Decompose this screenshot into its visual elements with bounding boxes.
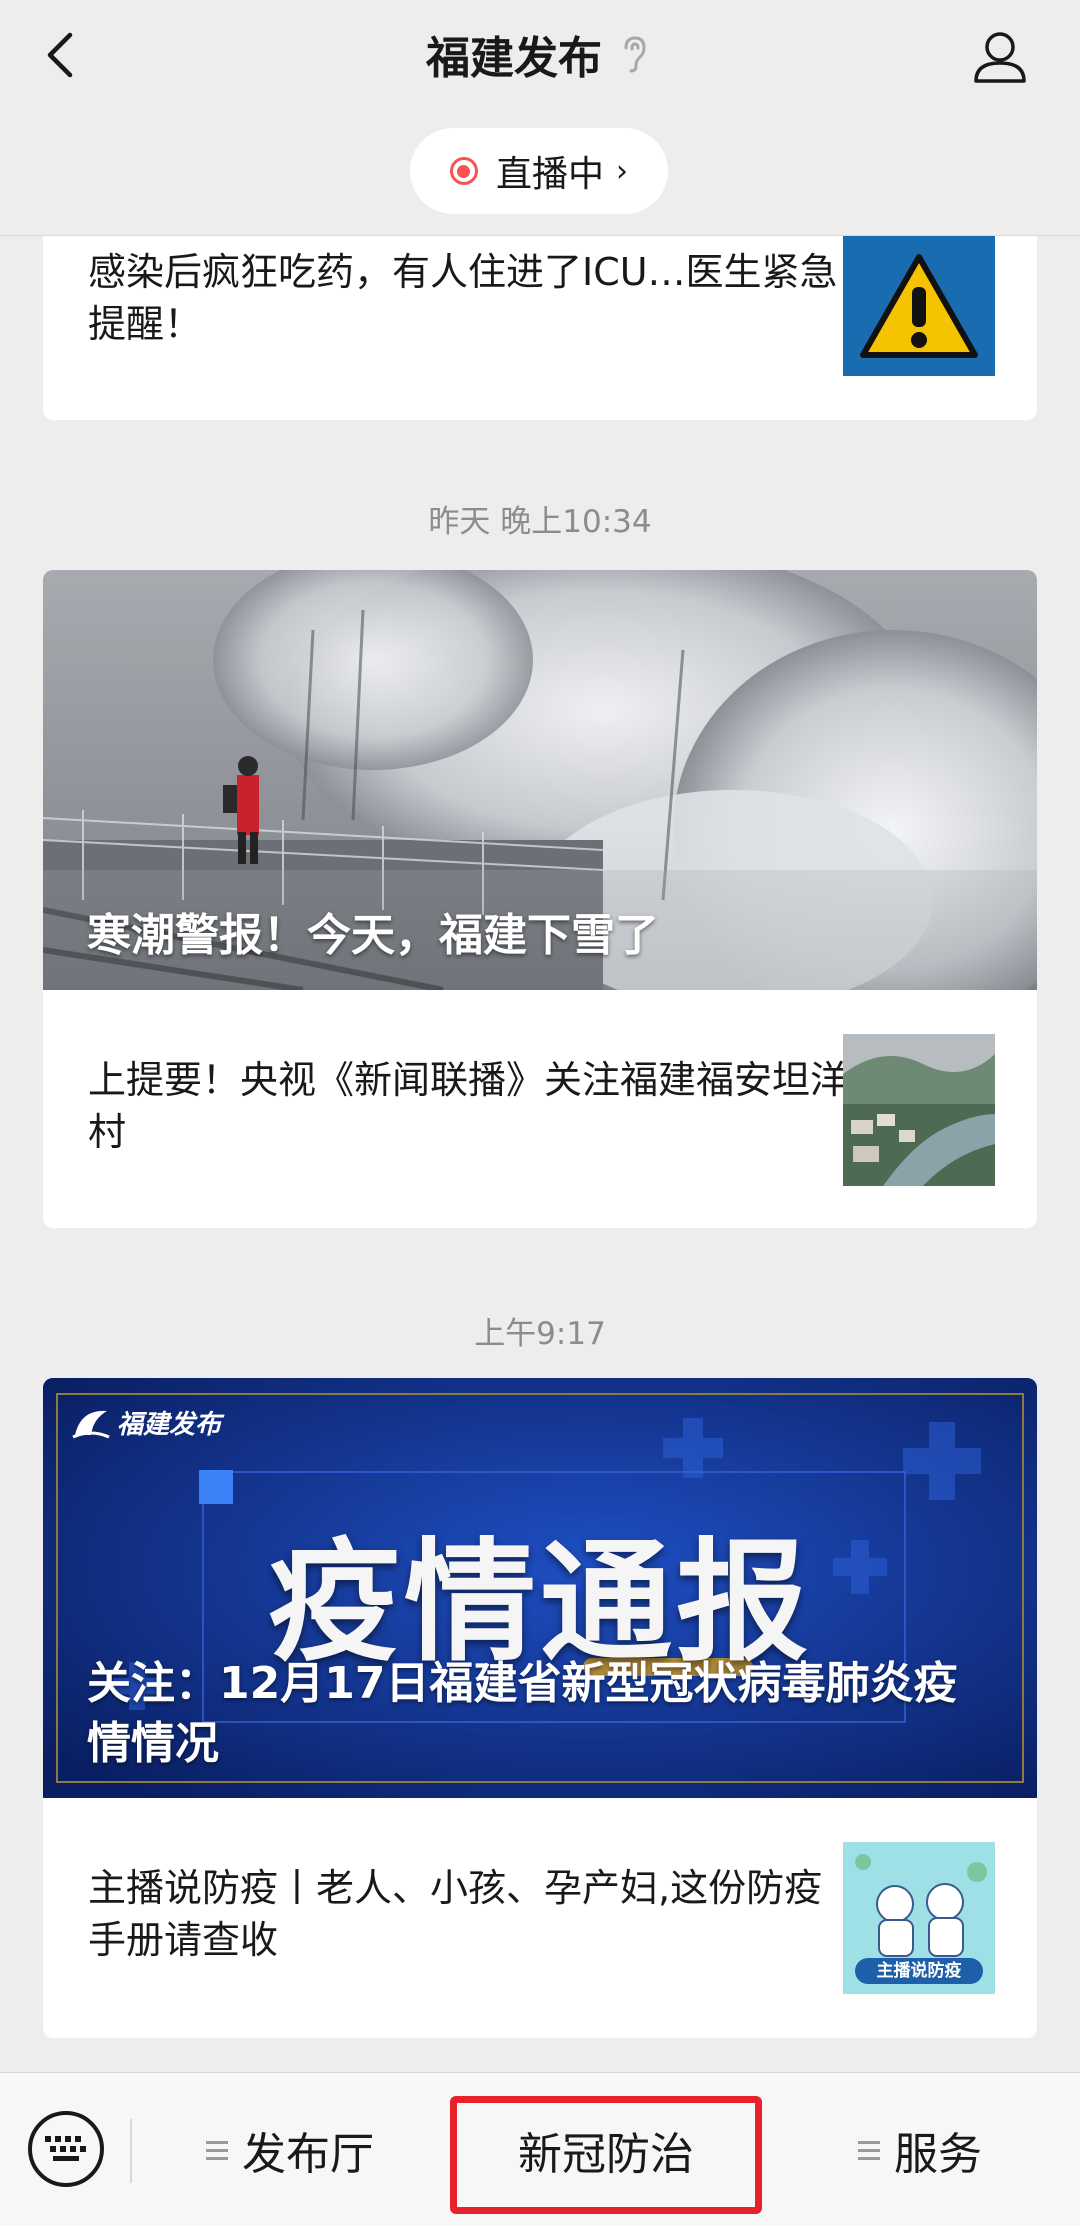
brand-logo: 福建发布 <box>71 1404 221 1441</box>
article-title: 感染后疯狂吃药，有人住进了ICU…医生紧急提醒！ <box>88 250 838 346</box>
menu-item-services[interactable]: 服务 <box>780 2073 1060 2226</box>
menu-item-label: 发布厅 <box>242 2129 374 2180</box>
page-title: 福建发布 <box>426 33 602 84</box>
menu-item-label: 新冠防治 <box>518 2129 694 2180</box>
live-dot-icon <box>449 157 478 185</box>
menu-item-covid-prevention[interactable]: 新冠防治 <box>450 2073 762 2226</box>
top-nav-bar: 福建发布 直播中 › <box>0 0 1080 236</box>
profile-button[interactable] <box>962 18 1038 94</box>
warning-icon <box>843 236 995 376</box>
article-item[interactable]: 上提要！央视《新闻联播》关注福建福安坦洋村 <box>43 990 1037 1226</box>
brand-logo-text: 福建发布 <box>117 1410 222 1440</box>
live-status-button[interactable]: 直播中 › <box>410 128 668 214</box>
title-area: 福建发布 <box>0 22 1080 86</box>
article-title: 上提要！央视《新闻联播》关注福建福安坦洋村 <box>88 1058 849 1154</box>
village-thumbnail <box>843 1034 995 1186</box>
chevron-right-icon: › <box>616 153 628 189</box>
article-feed[interactable]: 感染后疯狂吃药，有人住进了ICU…医生紧急提醒！ 昨天 晚上10:34 寒潮警报… <box>0 0 1080 2072</box>
keyboard-icon <box>45 2136 86 2161</box>
article-card[interactable]: 福建发布 疫情通报 关注：12月17日福建省新型冠状病毒肺炎疫情情况 主播说防疫… <box>43 1378 1037 2038</box>
anchor-thumbnail-label: 主播说防疫 <box>876 1961 962 1981</box>
keyboard-toggle-button[interactable] <box>28 2111 104 2187</box>
user-icon <box>974 32 1026 83</box>
hero-title: 关注：12月17日福建省新型冠状病毒肺炎疫情情况 <box>87 1658 958 1769</box>
bottom-menu-bar: 发布厅 新冠防治 服务 <box>0 2072 1080 2226</box>
timestamp: 昨天 晚上10:34 <box>428 504 652 540</box>
submenu-indicator-icon <box>206 2140 228 2160</box>
article-title: 主播说防疫丨老人、小孩、孕产妇,这份防疫手册请查收 <box>88 1866 823 1962</box>
timestamp: 上午9:17 <box>474 1316 606 1352</box>
submenu-indicator-icon <box>858 2140 880 2160</box>
article-card[interactable]: 寒潮警报！今天，福建下雪了 上提要！央视《新闻联播》关注福建福安坦洋村 <box>43 570 1037 1228</box>
hero-article[interactable]: 寒潮警报！今天，福建下雪了 <box>43 570 1037 990</box>
hero-title: 寒潮警报！今天，福建下雪了 <box>87 910 659 961</box>
menu-item-release-hall[interactable]: 发布厅 <box>140 2073 440 2226</box>
menu-item-label: 服务 <box>894 2129 982 2180</box>
hero-article[interactable]: 福建发布 疫情通报 关注：12月17日福建省新型冠状病毒肺炎疫情情况 <box>43 1378 1037 1798</box>
menu-divider <box>130 2119 132 2183</box>
ear-icon[interactable] <box>620 34 654 74</box>
live-label: 直播中 <box>495 154 604 195</box>
anchor-thumbnail: 主播说防疫 <box>843 1842 995 1994</box>
article-item[interactable]: 主播说防疫丨老人、小孩、孕产妇,这份防疫手册请查收 主播说防疫 <box>43 1798 1037 2034</box>
